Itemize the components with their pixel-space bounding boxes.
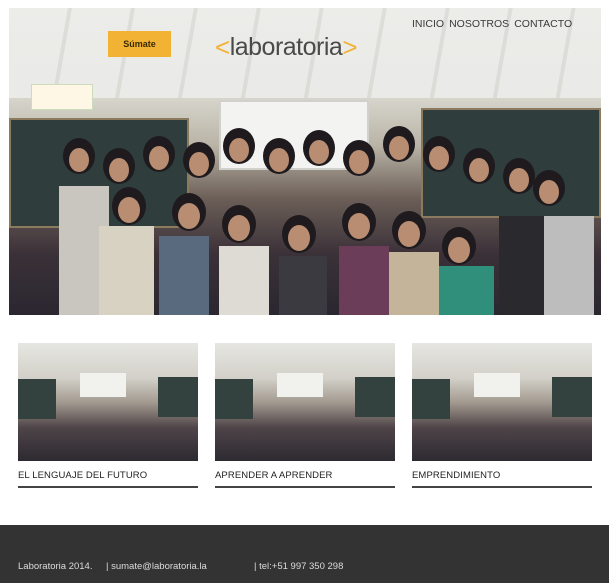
logo[interactable]: < laboratoria > (215, 31, 358, 62)
hero-image: Súmate < laboratoria > INICIO NOSOTROS C… (9, 8, 601, 315)
card-title[interactable]: APRENDER A APRENDER (215, 470, 395, 488)
footer: Laboratoria 2014. | sumate@laboratoria.l… (0, 525, 609, 583)
card-image (18, 343, 198, 461)
feature-card[interactable]: EL LENGUAJE DEL FUTURO (18, 343, 198, 488)
logo-text: laboratoria (229, 32, 343, 61)
footer-copyright: Laboratoria 2014. (18, 561, 93, 572)
footer-email[interactable]: | sumate@laboratoria.la (106, 561, 207, 572)
feature-card[interactable]: EMPRENDIMIENTO (412, 343, 592, 488)
group-photo (59, 126, 594, 315)
card-image (412, 343, 592, 461)
nav-item-nosotros[interactable]: NOSOTROS (449, 18, 509, 30)
logo-bracket-left: < (215, 31, 230, 62)
feature-card[interactable]: APRENDER A APRENDER (215, 343, 395, 488)
card-title[interactable]: EL LENGUAJE DEL FUTURO (18, 470, 198, 488)
logo-bracket-right: > (342, 31, 358, 62)
wall-poster (31, 84, 93, 110)
top-nav: INICIO NOSOTROS CONTACTO (412, 18, 572, 30)
card-title[interactable]: EMPRENDIMIENTO (412, 470, 592, 488)
nav-item-contacto[interactable]: CONTACTO (514, 18, 572, 30)
sumate-button[interactable]: Súmate (108, 31, 171, 57)
footer-phone: | tel:+51 997 350 298 (254, 561, 344, 572)
card-image (215, 343, 395, 461)
nav-item-inicio[interactable]: INICIO (412, 18, 444, 30)
